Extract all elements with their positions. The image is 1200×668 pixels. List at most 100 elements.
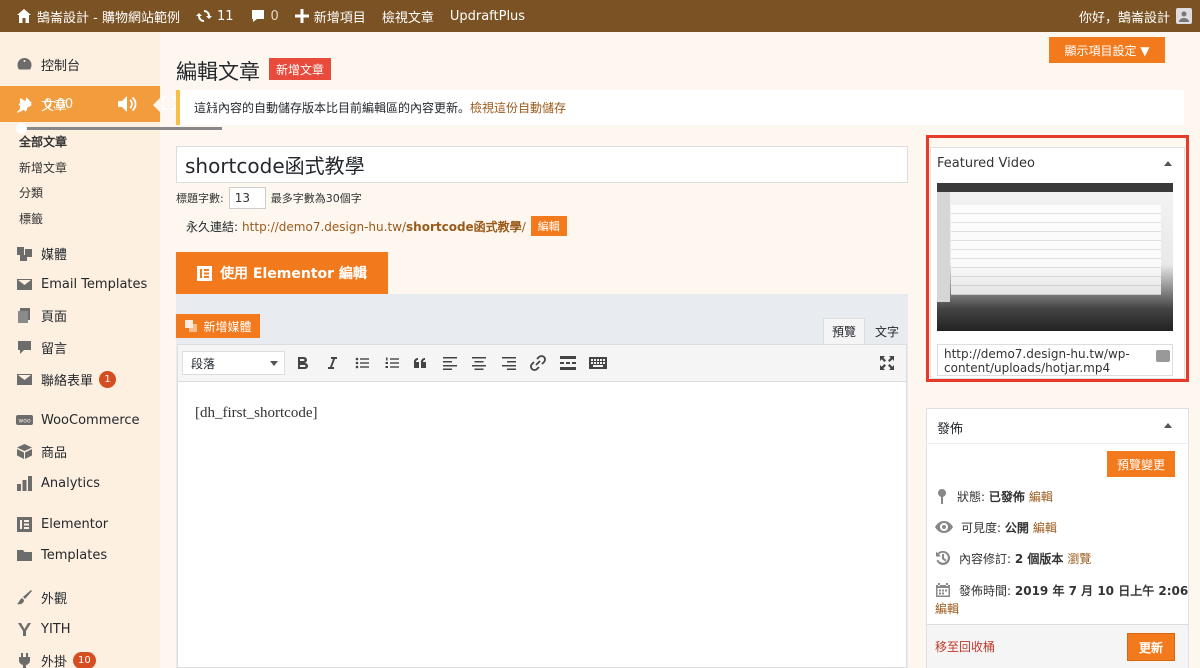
menu-plugins[interactable]: 外掛 10 <box>0 646 160 668</box>
volume-icon[interactable] <box>117 95 137 113</box>
menu-appearance[interactable]: 外觀 <box>0 583 160 611</box>
menu-templates-label: Templates <box>41 547 108 563</box>
menu-elementor[interactable]: Elementor <box>0 510 160 538</box>
updates-count: 11 <box>216 8 234 24</box>
numbered-list-button[interactable] <box>381 352 403 374</box>
collapse-arrow-icon[interactable] <box>1164 161 1172 166</box>
update-button[interactable]: 更新 <box>1127 633 1175 661</box>
menu-comments[interactable]: 留言 <box>0 333 160 361</box>
move-to-trash-link[interactable]: 移至回收桶 <box>935 638 995 655</box>
menu-woocommerce[interactable]: woo WooCommerce <box>0 406 160 434</box>
expand-icon <box>880 356 894 370</box>
video-url-field[interactable]: http://demo7.design-hu.tw/wp-content/upl… <box>937 344 1173 376</box>
post-title-input[interactable]: shortcode函式教學 <box>176 146 908 183</box>
bullet-list-button[interactable] <box>351 352 373 374</box>
menu-dashboard[interactable]: 控制台 <box>0 50 160 78</box>
edit-date-link[interactable]: 編輯 <box>935 600 959 617</box>
user-icon <box>1179 11 1189 22</box>
site-name-link[interactable]: 鵠崙設計 - 購物網站範例 <box>0 0 188 32</box>
view-autosave-link[interactable]: 檢視這份自動儲存 <box>470 99 566 116</box>
elementor-button-label: 使用 Elementor 編輯 <box>220 266 367 282</box>
menu-comments-label: 留言 <box>41 341 68 357</box>
align-left-button[interactable] <box>439 352 461 374</box>
permalink-url[interactable]: http://demo7.design-hu.tw/shortcode函式教學/ <box>242 218 526 235</box>
blockquote-button[interactable] <box>409 352 431 374</box>
menu-media[interactable]: 媒體 <box>0 239 160 267</box>
add-media-label: 新增媒體 <box>203 319 252 334</box>
envelope-icon <box>17 278 32 290</box>
comments-count: 0 <box>270 8 279 24</box>
edit-with-elementor-button[interactable]: 使用 Elementor 編輯 <box>176 252 388 294</box>
video-player[interactable] <box>937 183 1173 331</box>
add-media-button[interactable]: 新增媒體 <box>176 314 260 338</box>
new-content-link[interactable]: 新增項目 <box>287 0 374 32</box>
submenu-add-post[interactable]: 新增文章 <box>19 159 67 176</box>
add-new-post-button[interactable]: 新增文章 <box>269 58 332 80</box>
more-options-icon[interactable] <box>209 95 215 113</box>
menu-contact-forms[interactable]: 聯絡表單 1 <box>0 365 160 393</box>
preview-changes-button[interactable]: 預覽變更 <box>1107 451 1175 477</box>
media-icon <box>17 246 32 261</box>
my-account[interactable]: 你好，鵠崙設計 <box>1079 7 1200 26</box>
menu-elementor-label: Elementor <box>41 516 109 532</box>
avatar <box>1176 8 1192 24</box>
video-progress-knob[interactable] <box>16 123 27 134</box>
comments-link[interactable]: 0 <box>242 0 287 32</box>
bold-button[interactable] <box>292 352 314 374</box>
updraftplus-link[interactable]: UpdraftPlus <box>442 0 533 32</box>
revisions-value: 2 個版本 <box>1014 551 1064 566</box>
edit-status-link[interactable]: 編輯 <box>1029 488 1053 505</box>
submenu-tags[interactable]: 標籤 <box>19 210 43 227</box>
menu-plugins-label: 外掛 <box>41 654 68 668</box>
menu-yith[interactable]: YITH <box>0 615 160 643</box>
publish-date-row: 發佈時間: 2019 年 7 月 10 日上午 2:06 <box>935 579 1188 601</box>
align-right-button[interactable] <box>498 352 520 374</box>
updates-link[interactable]: 11 <box>188 0 242 32</box>
tab-visual[interactable]: 預覽 <box>823 318 866 344</box>
insert-link-button[interactable] <box>527 352 549 374</box>
updraftplus-label: UpdraftPlus <box>449 8 526 24</box>
menu-products-label: 商品 <box>41 445 68 461</box>
visibility-row: 可見度: 公開 編輯 <box>935 516 1057 538</box>
visibility-value: 公開 <box>1004 520 1029 535</box>
visibility-label: 可見度: <box>961 520 1002 535</box>
edit-visibility-link[interactable]: 編輯 <box>1033 519 1057 536</box>
pin-icon <box>938 489 946 504</box>
menu-email-templates-label: Email Templates <box>41 276 148 292</box>
view-post-link[interactable]: 檢視文章 <box>374 0 442 32</box>
menu-templates[interactable]: Templates <box>0 541 160 569</box>
menu-products[interactable]: 商品 <box>0 437 160 465</box>
toolbar-toggle-button[interactable] <box>587 352 609 374</box>
numbered-list-icon <box>385 357 399 368</box>
publish-title: 發佈 <box>937 422 964 437</box>
video-progress-bar[interactable] <box>20 127 222 130</box>
admin-bar: 鵠崙設計 - 購物網站範例 11 0 新增項目 檢視文章 UpdraftPlus… <box>0 0 1200 32</box>
edit-permalink-button[interactable]: 編輯 <box>530 216 567 236</box>
media-icon <box>185 320 198 332</box>
menu-pages[interactable]: 頁面 <box>0 301 160 329</box>
fullscreen-icon[interactable] <box>162 96 176 110</box>
permalink-row: 永久連結: http://demo7.design-hu.tw/shortcod… <box>186 215 567 237</box>
menu-email-templates[interactable]: Email Templates <box>0 270 160 298</box>
screen-options-button[interactable]: 顯示項目設定 ▼ <box>1049 37 1165 63</box>
permalink-end: / <box>521 219 526 234</box>
menu-analytics[interactable]: Analytics <box>0 469 160 497</box>
play-icon[interactable] <box>19 97 33 113</box>
tab-text[interactable]: 文字 <box>867 318 907 344</box>
menu-appearance-label: 外觀 <box>41 591 68 607</box>
align-center-button[interactable] <box>468 352 490 374</box>
translate-icon[interactable] <box>1156 350 1170 362</box>
read-more-button[interactable] <box>557 352 579 374</box>
menu-analytics-label: Analytics <box>41 475 101 491</box>
quote-icon <box>413 357 426 368</box>
notice-text: 這篇內容的自動儲存版本比目前編輯區的內容更新。 <box>194 101 471 115</box>
revisions-row: 內容修訂: 2 個版本 瀏覽 <box>935 547 1091 569</box>
submenu-categories[interactable]: 分類 <box>19 184 43 201</box>
format-select[interactable]: 段落 <box>182 351 285 375</box>
submenu-all-posts[interactable]: 全部文章 <box>19 133 67 150</box>
fullscreen-button[interactable] <box>876 352 898 374</box>
collapse-arrow-icon[interactable] <box>1164 423 1172 428</box>
italic-button[interactable] <box>321 352 343 374</box>
browse-revisions-link[interactable]: 瀏覽 <box>1067 550 1091 567</box>
editor-content-area[interactable] <box>177 382 907 668</box>
